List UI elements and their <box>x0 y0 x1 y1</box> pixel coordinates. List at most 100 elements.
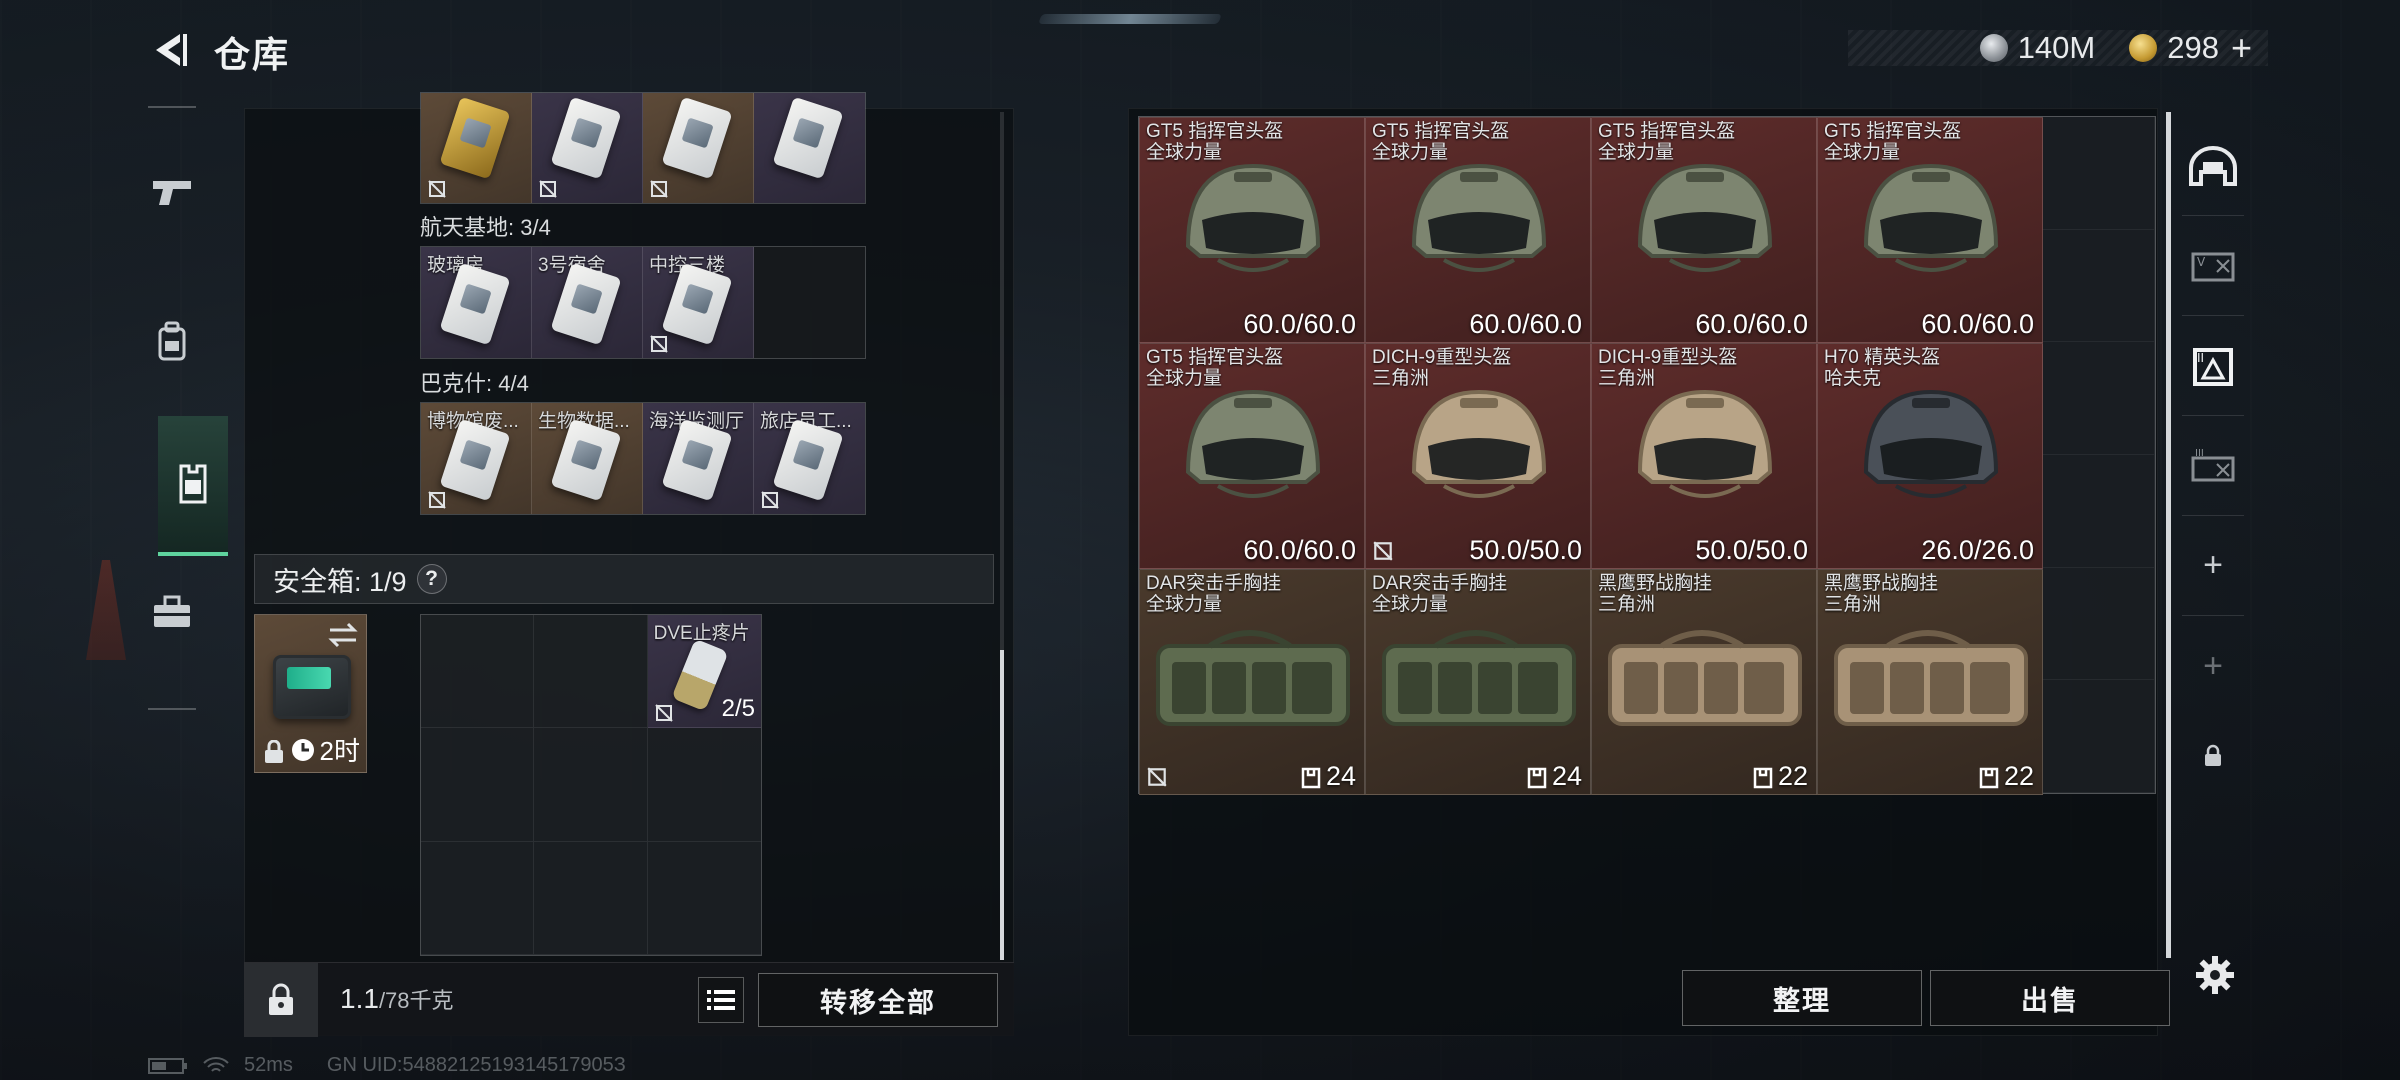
item-name-line1: DICH-9重型头盔 <box>1372 347 1512 368</box>
safe-box-image <box>273 655 351 719</box>
keycard-slot[interactable] <box>421 93 532 203</box>
safe-slot[interactable] <box>647 842 761 955</box>
stash-cell[interactable] <box>2042 680 2155 793</box>
unbound-icon <box>428 180 446 198</box>
keycard-slot[interactable]: 中控三楼 <box>643 247 754 358</box>
stash-item[interactable]: GT5 指挥官头盔 全球力量 60.0/60.0 <box>1817 117 2043 343</box>
uid-text: GN UID:5488212519314517905З <box>326 1054 626 1076</box>
nav-weapons[interactable] <box>148 162 196 222</box>
vest-slot-tab[interactable]: III <box>2182 416 2244 516</box>
helmet-image <box>1637 389 1773 498</box>
lock-button[interactable] <box>244 963 318 1037</box>
nav-toolbox[interactable] <box>148 582 196 642</box>
header: 仓库 140M 298 + <box>0 0 2400 100</box>
helmet-image <box>1411 389 1547 498</box>
item-name-line2: 全球力量 <box>1372 142 1449 163</box>
capacity-value: 22 <box>1752 761 1808 792</box>
safe-slot[interactable] <box>534 841 648 955</box>
help-button[interactable]: ? <box>416 564 447 594</box>
nav-vest[interactable] <box>158 416 228 556</box>
stash-item[interactable]: H70 精英头盔 哈夫克 26.0/26.0 <box>1817 343 2043 569</box>
keycard-slot[interactable]: 旅店员工... <box>754 403 865 514</box>
capacity-number: 24 <box>1325 761 1356 791</box>
safe-slot[interactable] <box>534 615 648 729</box>
plus-icon: + <box>2203 546 2223 584</box>
stash-item[interactable]: 黑鹰野战胸挂 三角洲 22 <box>1591 569 1817 795</box>
stash-item[interactable]: GT5 指挥官头盔 全球力量 60.0/60.0 <box>1139 343 1365 569</box>
keycard-group-label: 航天基地: 3/4 <box>420 215 551 240</box>
helmet-slot-icon <box>2189 145 2237 186</box>
stash-item[interactable]: DICH-9重型头盔 三角洲 50.0/50.0 <box>1365 343 1591 569</box>
nav-backpack[interactable] <box>148 312 196 372</box>
clock-icon <box>291 738 314 761</box>
inventory-scroll-thumb[interactable] <box>1000 650 1004 960</box>
battery-icon <box>148 1057 187 1074</box>
capacity-icon <box>1979 767 1999 788</box>
swap-icon[interactable] <box>326 621 360 649</box>
durability-value: 26.0/26.0 <box>1921 535 2034 565</box>
stash-cell[interactable] <box>2042 454 2155 568</box>
stash-item[interactable]: DICH-9重型头盔 三角洲 50.0/50.0 <box>1591 343 1817 569</box>
svg-text:III: III <box>2195 448 2204 459</box>
item-name-line2: 三角洲 <box>1372 368 1430 389</box>
chest-rig-image <box>1156 630 1350 726</box>
stash-item[interactable]: GT5 指挥官头盔 全球力量 60.0/60.0 <box>1591 117 1817 343</box>
bag-slot-tab[interactable]: II <box>2182 316 2244 416</box>
list-view-button[interactable] <box>698 977 744 1023</box>
item-name: 黑鹰野战胸挂 三角洲 <box>1824 573 1938 615</box>
stash-scrollbar[interactable] <box>2166 112 2171 958</box>
stash-cell[interactable] <box>2042 117 2155 230</box>
durability-value: 60.0/60.0 <box>1695 309 1808 339</box>
item-name: DVE止疼片 <box>653 623 750 644</box>
silver-currency[interactable]: 140M <box>1979 30 2095 66</box>
item-name: GT5 指挥官头盔 全球力量 <box>1146 347 1283 389</box>
currency-bar: 140M 298 + <box>1848 27 2268 69</box>
safe-slot[interactable] <box>421 728 535 842</box>
keycard-slot[interactable]: 生物数据... <box>532 403 643 514</box>
back-button[interactable] <box>146 26 194 74</box>
stash-cell[interactable] <box>2042 567 2155 681</box>
stash-cell[interactable] <box>2042 229 2155 343</box>
keycard-slot[interactable]: 海洋监测厅 <box>643 403 754 514</box>
unbound-icon <box>650 335 668 353</box>
gold-currency[interactable]: 298 + <box>2129 27 2252 69</box>
item-name: H70 精英头盔 哈夫克 <box>1824 347 1940 389</box>
safe-box-timer: 2时 <box>290 731 360 768</box>
armor-slot-tab[interactable]: V <box>2182 216 2244 316</box>
keycard-slot-empty[interactable] <box>754 247 865 358</box>
stash-cell[interactable] <box>2042 342 2155 455</box>
keycard-slot[interactable] <box>532 93 643 203</box>
stash-item[interactable]: DAR突击手胸挂 全球力量 24 <box>1365 569 1591 795</box>
transfer-all-button[interactable]: 转移全部 <box>758 973 998 1027</box>
timer-value: 2时 <box>319 736 360 766</box>
keycard-slot[interactable] <box>754 93 865 203</box>
chest-rig-image <box>1834 630 2028 726</box>
settings-button[interactable] <box>2190 950 2240 1000</box>
helmet-image <box>1863 163 1999 272</box>
add-gold-button[interactable]: + <box>2231 27 2252 69</box>
keycard-slot[interactable]: 玻璃房 <box>421 247 532 358</box>
add-slot-button[interactable]: + <box>2182 516 2244 616</box>
safe-slot-dve[interactable]: DVE止疼片 2/5 <box>647 615 761 729</box>
stash-item[interactable]: DAR突击手胸挂 全球力量 24 <box>1139 569 1365 795</box>
helmet-slot-tab[interactable] <box>2182 116 2244 216</box>
keycard-image <box>661 96 733 180</box>
stash-item[interactable]: 黑鹰野战胸挂 三角洲 22 <box>1817 569 2043 795</box>
keycard-group-spaceport: 玻璃房 3号宿舍 中控三楼 <box>420 246 866 359</box>
item-name: GT5 指挥官头盔 全球力量 <box>1146 121 1283 163</box>
capacity-number: 24 <box>1551 761 1582 791</box>
safe-slot[interactable] <box>647 728 761 842</box>
keycard-slot[interactable] <box>643 93 754 203</box>
stash-item[interactable]: GT5 指挥官头盔 全球力量 60.0/60.0 <box>1139 117 1365 343</box>
keycard-slot[interactable]: 3号宿舍 <box>532 247 643 358</box>
safe-slot[interactable] <box>534 728 648 842</box>
stash-item[interactable]: GT5 指挥官头盔 全球力量 60.0/60.0 <box>1365 117 1591 343</box>
safe-slot[interactable] <box>421 841 535 955</box>
sell-button[interactable]: 出售 <box>1930 970 2170 1026</box>
item-name-line2: 全球力量 <box>1824 142 1901 163</box>
safe-box-container[interactable]: 2时 <box>254 614 367 773</box>
item-name-line1: DAR突击手胸挂 <box>1146 573 1282 594</box>
safe-slot[interactable] <box>421 615 535 729</box>
sort-button[interactable]: 整理 <box>1682 970 1922 1026</box>
keycard-slot[interactable]: 博物馆废... <box>421 403 532 514</box>
